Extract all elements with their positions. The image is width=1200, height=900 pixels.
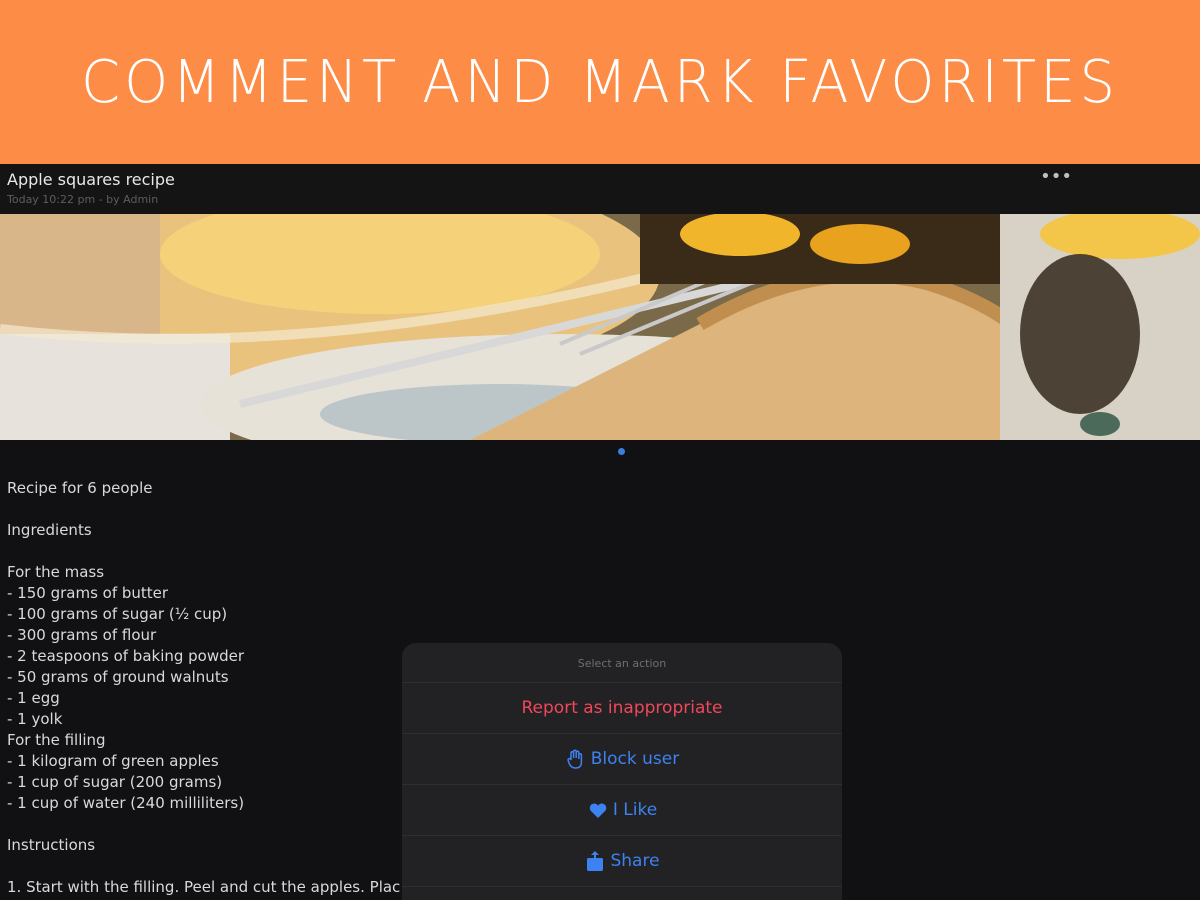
recipe-photo[interactable]	[0, 214, 1200, 440]
report-label: Report as inappropriate	[521, 698, 723, 718]
recipe-line: Recipe for 6 people	[7, 479, 153, 497]
action-sheet-title: Select an action	[402, 643, 842, 683]
recipe-line: - 150 grams of butter	[7, 584, 169, 602]
share-label: Share	[610, 851, 660, 871]
like-label: I Like	[612, 800, 658, 820]
recipe-line	[7, 499, 707, 520]
more-horizontal-icon[interactable]: •••	[1040, 166, 1072, 187]
recipe-line: Ingredients	[7, 521, 92, 539]
share-button[interactable]: Share	[402, 836, 842, 887]
heart-icon	[587, 799, 609, 821]
post-title: Apple squares recipe	[7, 170, 175, 189]
post-meta: Today 10:22 pm - by Admin	[7, 193, 159, 206]
banner-title: COMMENT AND MARK FAVORITES	[80, 47, 1120, 117]
recipe-line	[7, 541, 707, 562]
share-icon	[584, 850, 606, 872]
apple-pie-image	[0, 214, 1200, 440]
block-user-button[interactable]: Block user	[402, 734, 842, 785]
promo-banner: COMMENT AND MARK FAVORITES	[0, 0, 1200, 164]
recipe-line: For the mass	[7, 563, 105, 581]
block-user-label: Block user	[590, 749, 680, 769]
action-sheet: Select an action Report as inappropriate…	[402, 643, 842, 900]
carousel-page-indicator[interactable]	[618, 448, 625, 455]
recipe-line: - 100 grams of sugar (½ cup)	[7, 605, 228, 623]
hand-stop-icon	[565, 748, 587, 770]
post-header: Apple squares recipe Today 10:22 pm - by…	[0, 164, 1200, 214]
like-button[interactable]: I Like	[402, 785, 842, 836]
report-button[interactable]: Report as inappropriate	[402, 683, 842, 734]
